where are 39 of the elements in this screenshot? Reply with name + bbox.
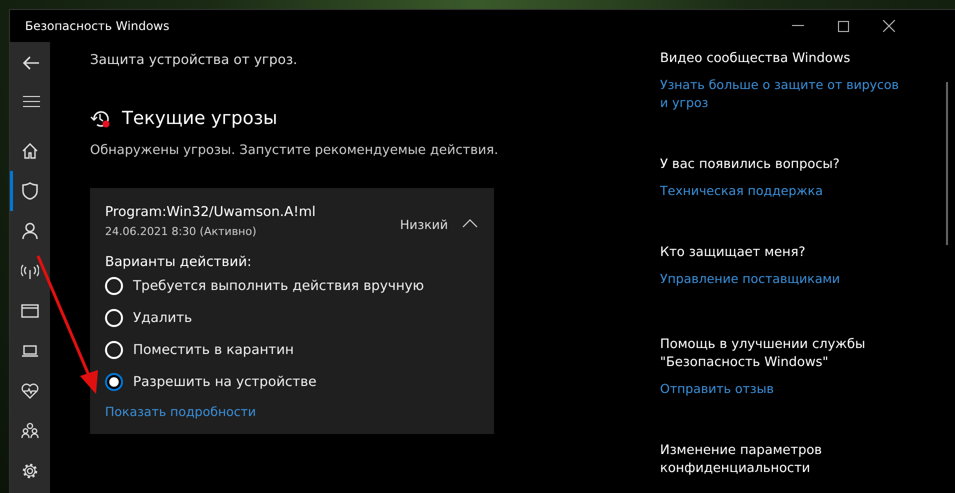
panel-heading: Кто защищает меня? (660, 244, 806, 262)
intro-text: Защита устройства от угроз. (90, 52, 298, 68)
show-details-link[interactable]: Показать подробности (105, 404, 256, 419)
menu-icon[interactable] (22, 96, 40, 107)
panel-heading: Помощь в улучшении службы "Безопасность Windows" (660, 336, 866, 372)
window-icon (21, 302, 39, 320)
back-arrow-icon[interactable] (22, 56, 40, 70)
section-description: Обнаружены угрозы. Запустите рекомендуемые действия. (90, 143, 495, 158)
panel-heading: Изменение параметров конфиденциальности (660, 442, 823, 478)
threat-history-icon (90, 108, 112, 128)
heart-icon (21, 382, 39, 400)
panel-link[interactable]: Техническая поддержка (660, 182, 900, 200)
radio-button[interactable] (105, 373, 123, 391)
settings-icon (21, 462, 39, 480)
antenna-icon (21, 262, 39, 280)
home-icon (21, 142, 39, 160)
option-label[interactable]: Удалить (133, 310, 192, 326)
people-icon (21, 422, 39, 440)
window-title: Безопасность Windows (25, 19, 170, 33)
close-icon[interactable] (883, 20, 895, 32)
person-icon (21, 222, 39, 240)
shield-icon (21, 182, 39, 200)
option-label[interactable]: Требуется выполнить действия вручную (133, 278, 424, 294)
option-label[interactable]: Разрешить на устройстве (133, 374, 317, 390)
scrollbar[interactable] (946, 82, 948, 245)
chevron-icon[interactable] (462, 219, 478, 228)
panel-link[interactable]: Отправить отзыв (660, 380, 900, 398)
panel-link[interactable]: Управление поставщиками (660, 270, 900, 288)
threat-date: 24.06.2021 8:30 (Активно) (105, 225, 258, 238)
panel-link[interactable]: Узнать больше о защите от вирусов и угроз (660, 76, 900, 112)
threat-name: Program:Win32/Uwamson.A!ml (105, 204, 317, 220)
maximize-icon[interactable] (838, 20, 849, 32)
severity-label: Низкий (400, 217, 448, 232)
panel-heading: У вас появились вопросы? (660, 156, 841, 174)
section-title: Текущие угрозы (122, 108, 278, 129)
actions-label: Варианты действий: (105, 254, 253, 270)
panel-heading: Видео сообщества Windows (660, 50, 852, 68)
minimize-icon[interactable] (792, 25, 804, 27)
option-label[interactable]: Поместить в карантин (133, 342, 294, 358)
